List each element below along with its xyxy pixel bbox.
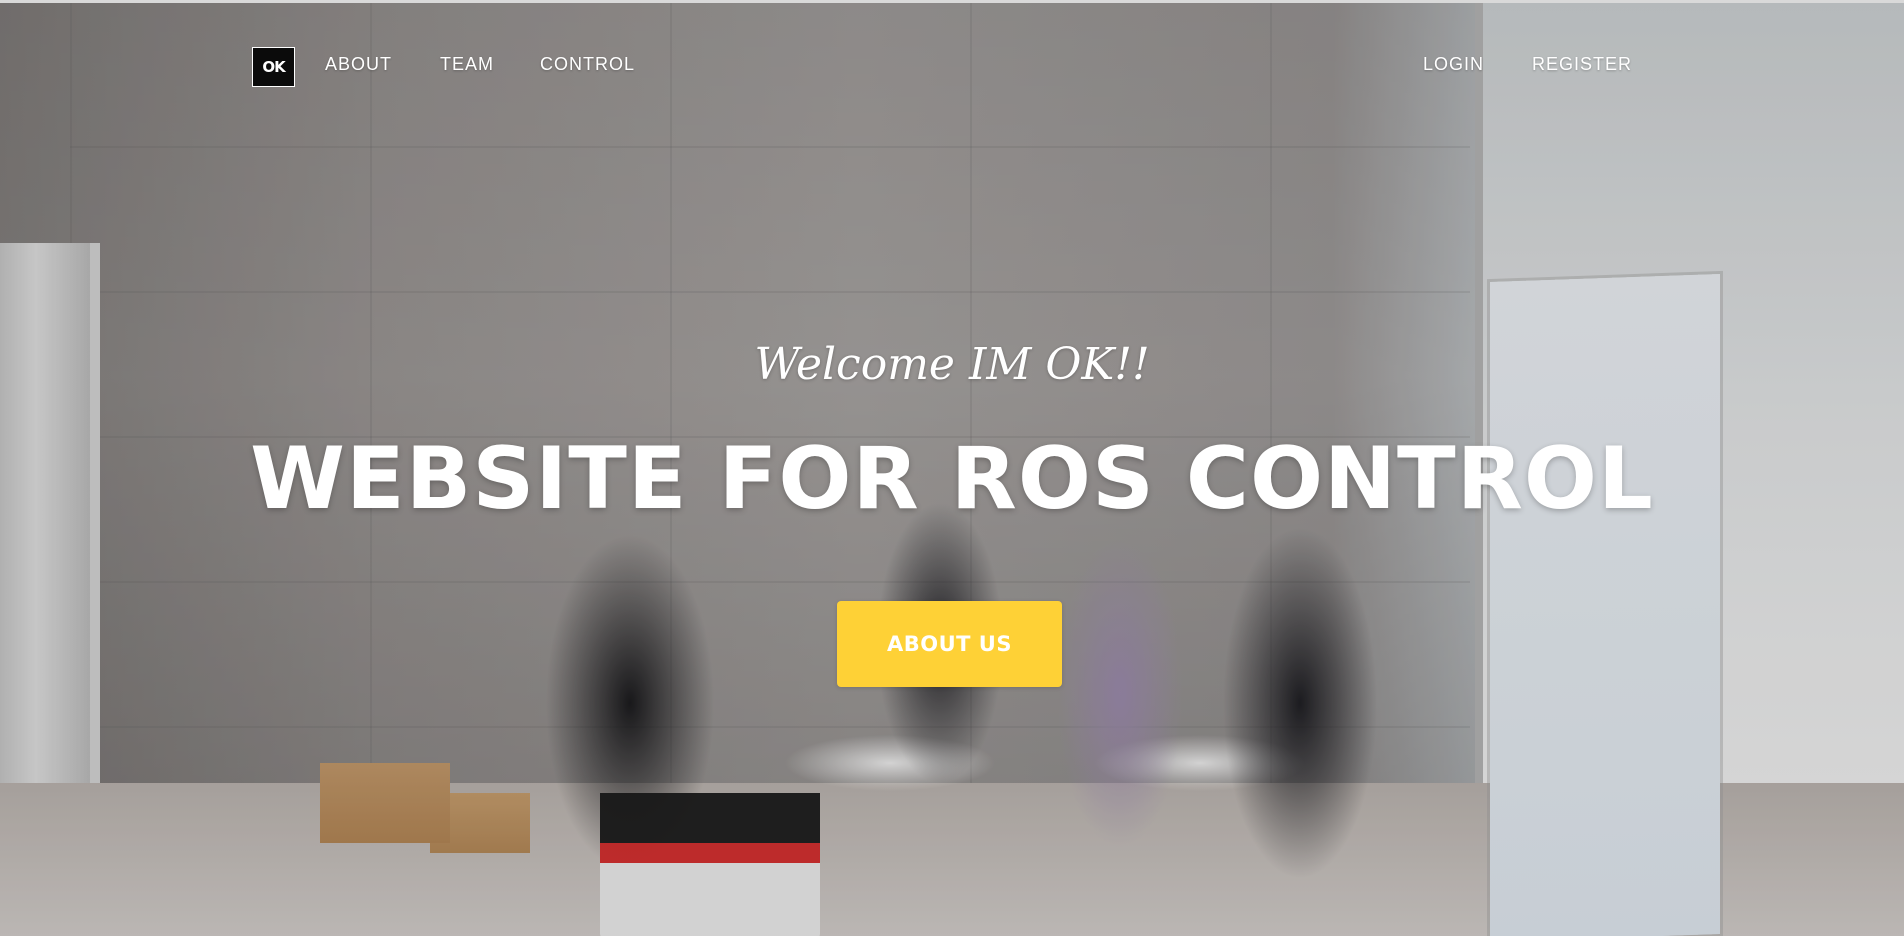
hero-section: OK ABOUT TEAM CONTROL LOGIN REGISTER Wel… <box>0 0 1904 936</box>
nav-link-about[interactable]: ABOUT <box>325 54 392 75</box>
top-navigation: OK ABOUT TEAM CONTROL LOGIN REGISTER <box>0 3 1904 123</box>
nav-link-register[interactable]: REGISTER <box>1532 54 1632 75</box>
nav-link-team[interactable]: TEAM <box>440 54 494 75</box>
nav-link-control[interactable]: CONTROL <box>540 54 635 75</box>
brand-logo[interactable]: OK <box>252 47 295 87</box>
page-bottom-strip <box>0 936 1904 942</box>
hero-welcome-text: Welcome IM OK!! <box>754 339 1150 390</box>
about-us-button[interactable]: ABOUT US <box>837 601 1062 687</box>
cat-ok-logo-icon: OK <box>262 57 285 76</box>
hero-headline: WEBSITE FOR ROS CONTROL <box>250 429 1654 529</box>
nav-link-login[interactable]: LOGIN <box>1423 54 1484 75</box>
